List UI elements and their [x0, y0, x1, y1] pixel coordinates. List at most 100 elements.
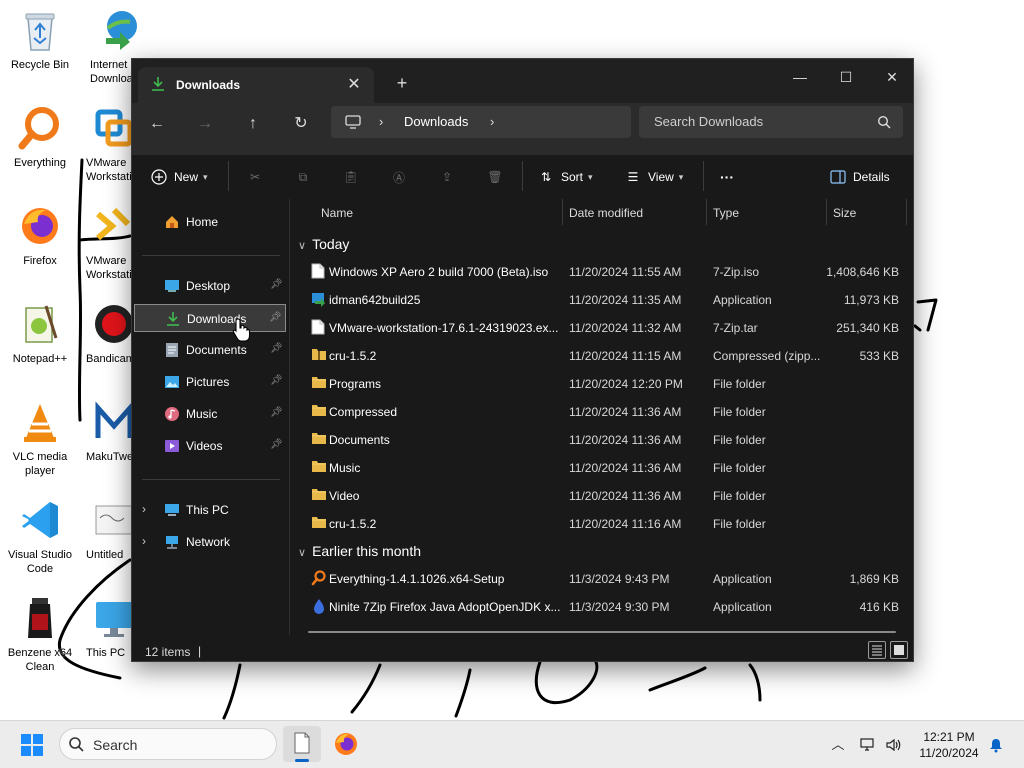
desktop-icon-vscode[interactable]: Visual Studio Code — [2, 496, 78, 576]
column-divider[interactable] — [906, 199, 907, 225]
nav-videos[interactable]: Videos 📌︎ — [134, 432, 286, 460]
desktop-icon-this-pc[interactable]: This PC — [80, 594, 132, 660]
chevron-right-icon[interactable]: › — [142, 534, 146, 548]
taskbar-file-explorer[interactable] — [283, 726, 321, 762]
nav-network[interactable]: › Network — [134, 528, 286, 556]
group-header-earlier[interactable]: ∨ Earlier this month — [298, 543, 421, 559]
more-options-button[interactable]: ··· — [720, 163, 734, 191]
horizontal-scrollbar[interactable] — [308, 631, 896, 633]
paste-button[interactable]: 📋︎ — [342, 163, 360, 191]
taskbar-firefox[interactable] — [326, 726, 364, 762]
nav-desktop[interactable]: Desktop 📌︎ — [134, 272, 286, 300]
desktop-icon-firefox[interactable]: Firefox — [2, 202, 78, 268]
pin-icon[interactable]: 📌︎ — [270, 439, 283, 451]
maximize-button[interactable]: ☐ — [823, 63, 869, 91]
rename-button[interactable]: Ⓐ — [390, 163, 408, 191]
file-name: Compressed — [329, 405, 398, 419]
desktop-icon-untitled[interactable]: Untitled — [80, 496, 132, 562]
file-explorer-window[interactable]: Downloads ✕ + — ☐ ✕ ← → ↑ ↻ › Downloads … — [131, 58, 914, 662]
column-header-date[interactable]: Date modified — [569, 206, 643, 220]
column-header-size[interactable]: Size — [833, 206, 856, 220]
pin-icon[interactable]: 📌︎ — [270, 407, 283, 419]
volume-icon[interactable] — [885, 737, 901, 753]
column-divider[interactable] — [826, 199, 827, 225]
sort-button[interactable]: ⇅ Sort ▾ — [537, 163, 593, 191]
desktop-icon-everything[interactable]: Everything — [2, 104, 78, 170]
nav-downloads[interactable]: Downloads 📌︎ — [134, 304, 286, 332]
breadcrumb-chevron-icon[interactable]: › — [379, 113, 383, 131]
file-row[interactable]: Ninite 7Zip Firefox Java AdoptOpenJDK x.… — [291, 593, 913, 621]
network-status-icon[interactable] — [860, 737, 876, 753]
file-row[interactable]: idman642build25 11/20/2024 11:35 AM Applic… — [291, 286, 913, 314]
new-button[interactable]: New ▾ — [150, 163, 208, 191]
clock[interactable]: 12:21 PM 11/20/2024 — [910, 729, 988, 761]
share-button[interactable]: ⇪ — [438, 163, 456, 191]
pin-icon[interactable]: 📌︎ — [269, 312, 282, 324]
delete-button[interactable]: 🗑︎ — [486, 163, 504, 191]
file-type: 7-Zip.iso — [713, 265, 760, 279]
file-row[interactable]: VMware-workstation-17.6.1-24319023.ex...… — [291, 314, 913, 342]
cut-button[interactable]: ✂ — [246, 163, 264, 191]
refresh-button[interactable]: ↻ — [287, 110, 315, 138]
column-divider[interactable] — [706, 199, 707, 225]
column-divider[interactable] — [562, 199, 563, 225]
details-view-icon[interactable] — [868, 641, 886, 659]
back-button[interactable]: ← — [143, 110, 171, 138]
tab-close-icon[interactable]: ✕ — [344, 75, 364, 95]
desktop-icon-vlc[interactable]: VLC media player — [2, 398, 78, 478]
breadcrumb[interactable] — [331, 106, 631, 138]
desktop-icon-notepadpp[interactable]: Notepad++ — [2, 300, 78, 366]
search-icon[interactable] — [877, 115, 891, 129]
desktop-icon-label: VMware Workstation — [86, 255, 132, 281]
pin-icon[interactable]: 📌︎ — [270, 279, 283, 291]
pin-icon[interactable]: 📌︎ — [270, 343, 283, 355]
column-header-type[interactable]: Type — [713, 206, 739, 220]
pin-icon[interactable]: 📌︎ — [270, 375, 283, 387]
desktop-icon-recycle-bin[interactable]: Recycle Bin — [2, 6, 78, 72]
file-row[interactable]: Documents 11/20/2024 11:36 AM File folder — [291, 426, 913, 454]
close-button[interactable]: ✕ — [869, 63, 913, 91]
chevron-right-icon[interactable]: › — [142, 502, 146, 516]
desktop-icon-benzene[interactable]: Benzene x64 Clean — [2, 594, 78, 674]
notification-bell-icon[interactable] — [988, 737, 1004, 753]
desktop-icon-vmware-2[interactable]: VMware Workstation — [80, 202, 132, 282]
file-row[interactable]: cru-1.5.2 11/20/2024 11:16 AM File folder — [291, 510, 913, 538]
chevron-down-icon: ∨ — [298, 547, 307, 559]
file-row[interactable]: Music 11/20/2024 11:36 AM File folder — [291, 454, 913, 482]
desktop-icon-bandicam[interactable]: Bandicam — [80, 300, 132, 366]
nav-documents[interactable]: Documents 📌︎ — [134, 336, 286, 364]
column-header-name[interactable]: Name — [321, 206, 353, 220]
breadcrumb-downloads[interactable]: Downloads — [404, 114, 468, 129]
large-icons-view-icon[interactable] — [890, 641, 908, 659]
group-header-today[interactable]: ∨ Today — [298, 236, 349, 252]
desktop-icon-vmware[interactable]: VMware Workstation — [80, 104, 132, 184]
tab-downloads[interactable]: Downloads ✕ — [138, 67, 374, 103]
file-row[interactable]: Compressed 11/20/2024 11:36 AM File folder — [291, 398, 913, 426]
file-row[interactable]: cru-1.5.2 11/20/2024 11:15 AM Compressed (… — [291, 342, 913, 370]
view-button[interactable]: ☰ View ▾ — [624, 163, 684, 191]
start-windows-icon[interactable] — [20, 733, 44, 757]
file-row[interactable]: Programs 11/20/2024 12:20 PM File folder — [291, 370, 913, 398]
new-tab-button[interactable]: + — [390, 71, 414, 95]
file-row[interactable]: Windows XP Aero 2 build 7000 (Beta).iso 1… — [291, 258, 913, 286]
makutweaker-icon — [90, 398, 132, 446]
minimize-button[interactable]: — — [777, 63, 823, 91]
forward-button[interactable]: → — [191, 110, 219, 138]
breadcrumb-chevron-icon[interactable]: › — [490, 113, 494, 131]
nav-home[interactable]: Home — [134, 208, 286, 236]
monitor-icon[interactable] — [344, 113, 362, 131]
title-bar[interactable]: Downloads ✕ + — ☐ ✕ — [132, 59, 913, 103]
vlc-icon — [16, 398, 64, 446]
copy-button[interactable]: ⧉ — [294, 163, 312, 191]
nav-this-pc[interactable]: › This PC — [134, 496, 286, 524]
desktop-icon-makutweaker[interactable]: MakuTweaker — [80, 398, 132, 464]
up-button[interactable]: ↑ — [239, 110, 267, 138]
details-pane-button[interactable]: Details — [829, 163, 890, 191]
taskbar-search-box[interactable] — [59, 728, 277, 760]
file-row[interactable]: Everything-1.4.1.1026.x64-Setup 11/3/2024… — [291, 565, 913, 593]
nav-music[interactable]: Music 📌︎ — [134, 400, 286, 428]
chevron-up-icon[interactable]: ︿ — [830, 737, 846, 753]
file-row[interactable]: Video 11/20/2024 11:36 AM File folder — [291, 482, 913, 510]
nav-pictures[interactable]: Pictures 📌︎ — [134, 368, 286, 396]
this-pc-icon — [90, 594, 132, 642]
